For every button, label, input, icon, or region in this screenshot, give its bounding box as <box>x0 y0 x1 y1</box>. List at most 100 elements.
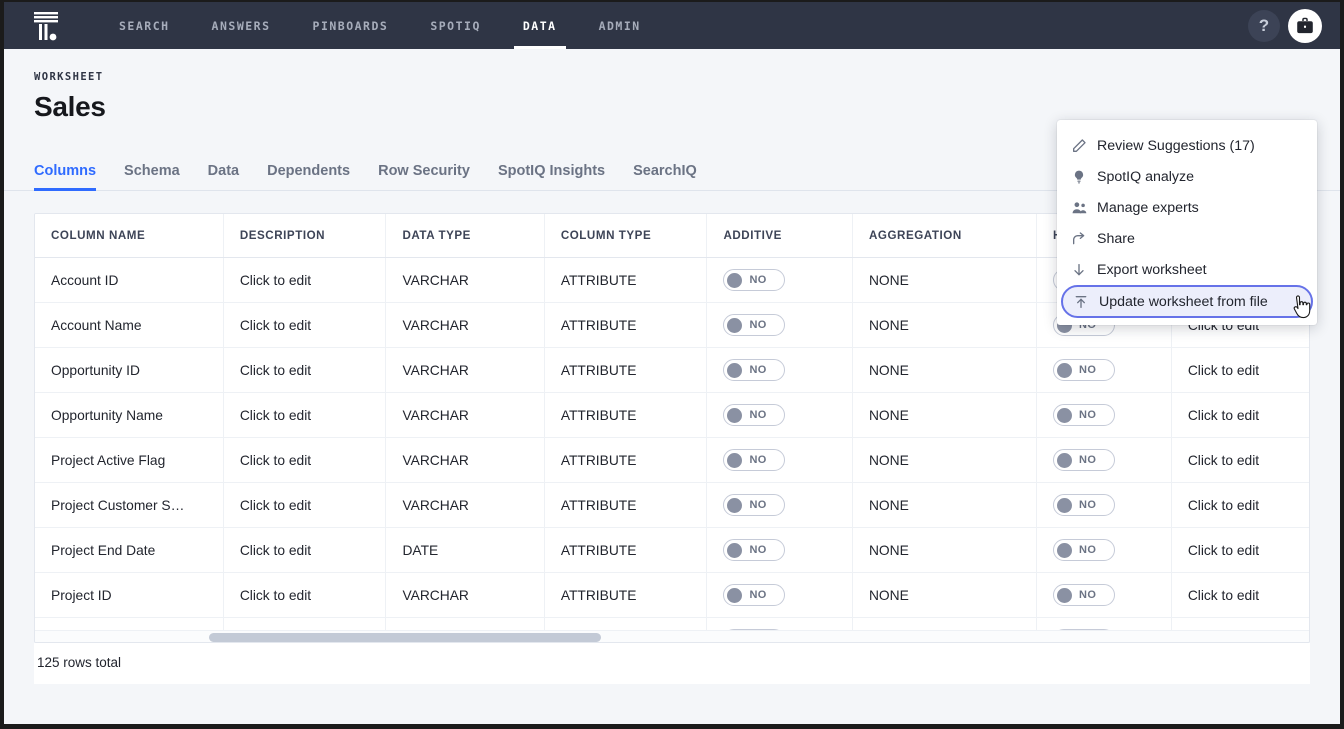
nav-right-actions: ? <box>1248 2 1322 49</box>
col-header-aggregation[interactable]: AGGREGATION <box>852 214 1038 259</box>
col-header-column-type[interactable]: COLUMN TYPE <box>544 214 708 259</box>
col-header-data-type[interactable]: DATA TYPE <box>385 214 545 259</box>
toggle-label: NO <box>749 499 767 512</box>
tab-spotiq-insights[interactable]: SpotIQ Insights <box>484 157 619 190</box>
cell-hidden-toggle[interactable]: NO <box>1053 584 1115 607</box>
nav-items: SEARCH ANSWERS PINBOARDS SPOTIQ DATA ADM… <box>98 2 662 49</box>
download-arrow-icon <box>1071 262 1097 278</box>
cell-hidden-toggle[interactable]: NO <box>1053 359 1115 382</box>
cell-hidden-toggle[interactable]: NO <box>1053 404 1115 427</box>
cell-description[interactable]: Click to edit <box>223 392 387 439</box>
tab-searchiq[interactable]: SearchIQ <box>619 157 711 190</box>
cell-additive: NO <box>706 347 853 394</box>
cell-additive-toggle[interactable]: NO <box>723 314 786 337</box>
avatar[interactable] <box>1288 8 1322 43</box>
menu-item-manage-experts[interactable]: Manage experts <box>1057 192 1317 223</box>
menu-item-export-worksheet[interactable]: Export worksheet <box>1057 254 1317 285</box>
cell-additive-toggle[interactable]: NO <box>723 269 786 292</box>
cell-hidden-toggle[interactable]: NO <box>1053 539 1115 562</box>
horizontal-scrollbar-track[interactable] <box>35 630 1309 642</box>
tab-data[interactable]: Data <box>194 157 253 190</box>
toggle-knob <box>727 317 743 333</box>
col-header-description[interactable]: DESCRIPTION <box>223 214 387 259</box>
table-row[interactable]: Project End Date Click to edit DATE ATTRIBU… <box>35 527 1309 574</box>
toggle-label: NO <box>749 274 767 287</box>
cell-hidden: NO <box>1036 572 1172 619</box>
cell-additive-toggle[interactable]: NO <box>723 584 786 607</box>
cell-description[interactable]: Click to edit <box>223 257 387 304</box>
toggle-label: NO <box>1079 409 1097 422</box>
menu-item-review-suggestions[interactable]: Review Suggestions (17) <box>1057 130 1317 161</box>
toggle-knob <box>727 407 743 423</box>
cell-description[interactable]: Click to edit <box>223 482 387 529</box>
menu-item-label: Review Suggestions (17) <box>1097 137 1255 154</box>
table-row[interactable]: Opportunity Name Click to edit VARCHAR ATTR… <box>35 392 1309 439</box>
nav-item-search[interactable]: SEARCH <box>98 2 191 49</box>
table-row[interactable]: Opportunity ID Click to edit VARCHAR ATTRIB… <box>35 347 1309 394</box>
breadcrumb: WORKSHEET <box>34 71 104 83</box>
menu-item-label: Manage experts <box>1097 199 1199 216</box>
rows-total-label: 125 rows total <box>34 643 1310 684</box>
table-row[interactable]: Project ID Click to edit VARCHAR ATTRIBUTE N… <box>35 572 1309 619</box>
col-header-additive[interactable]: ADDITIVE <box>706 214 853 259</box>
cell-hidden: NO <box>1036 437 1172 484</box>
tab-schema[interactable]: Schema <box>110 157 194 190</box>
col-header-column-name[interactable]: COLUMN NAME <box>35 214 224 259</box>
cell-description[interactable]: Click to edit <box>223 302 387 349</box>
menu-item-update-worksheet-from-file[interactable]: Update worksheet from file <box>1061 285 1313 319</box>
menu-item-spotiq-analyze[interactable]: SpotIQ analyze <box>1057 161 1317 192</box>
toggle-label: NO <box>749 319 767 332</box>
nav-item-data[interactable]: DATA <box>502 2 578 49</box>
cell-synonyms[interactable]: Click to edit <box>1171 437 1309 484</box>
nav-item-pinboards[interactable]: PINBOARDS <box>292 2 410 49</box>
cell-column-type: ATTRIBUTE <box>544 572 708 619</box>
nav-item-answers[interactable]: ANSWERS <box>191 2 292 49</box>
thoughtspot-logo[interactable] <box>26 6 66 46</box>
cell-description[interactable]: Click to edit <box>223 572 387 619</box>
cell-hidden-toggle[interactable]: NO <box>1053 449 1115 472</box>
cell-hidden-toggle[interactable]: NO <box>1053 494 1115 517</box>
cell-column-name: Project Customer S… <box>35 482 224 529</box>
menu-item-share[interactable]: Share <box>1057 223 1317 254</box>
cell-column-type: ATTRIBUTE <box>544 482 708 529</box>
cell-column-type: ATTRIBUTE <box>544 257 708 304</box>
horizontal-scrollbar-thumb[interactable] <box>209 633 601 642</box>
cell-aggregation: NONE <box>852 302 1038 349</box>
cell-additive: NO <box>706 572 853 619</box>
cell-description[interactable]: Click to edit <box>223 527 387 574</box>
cell-synonyms[interactable]: Click to edit <box>1171 347 1309 394</box>
table-row[interactable]: Project Customer S… Click to edit VARCHAR A… <box>35 482 1309 529</box>
page-header: WORKSHEET Sales Edit Worksheet ••• <box>4 49 1340 163</box>
cell-additive-toggle[interactable]: NO <box>723 359 786 382</box>
cell-additive-toggle[interactable]: NO <box>723 449 786 472</box>
tab-row-security[interactable]: Row Security <box>364 157 484 190</box>
cell-synonyms[interactable]: Click to edit <box>1171 527 1309 574</box>
toggle-label: NO <box>1079 544 1097 557</box>
cell-additive: NO <box>706 527 853 574</box>
app-window: SEARCH ANSWERS PINBOARDS SPOTIQ DATA ADM… <box>4 2 1340 724</box>
tab-columns[interactable]: Columns <box>34 157 110 191</box>
toggle-label: NO <box>749 409 767 422</box>
cell-additive-toggle[interactable]: NO <box>723 494 786 517</box>
cell-description[interactable]: Click to edit <box>223 437 387 484</box>
cell-column-name: Account Name <box>35 302 224 349</box>
nav-item-admin[interactable]: ADMIN <box>578 2 662 49</box>
table-row[interactable]: Project Active Flag Click to edit VARCHAR A… <box>35 437 1309 484</box>
cell-column-type: ATTRIBUTE <box>544 302 708 349</box>
cell-synonyms[interactable]: Click to edit <box>1171 572 1309 619</box>
cell-description[interactable]: Click to edit <box>223 347 387 394</box>
cell-additive: NO <box>706 437 853 484</box>
cell-data-type: VARCHAR <box>385 347 545 394</box>
tab-dependents[interactable]: Dependents <box>253 157 364 190</box>
cell-additive-toggle[interactable]: NO <box>723 539 786 562</box>
cell-synonyms[interactable]: Click to edit <box>1171 392 1309 439</box>
nav-item-spotiq[interactable]: SPOTIQ <box>409 2 502 49</box>
help-icon[interactable]: ? <box>1248 9 1280 42</box>
cell-synonyms[interactable]: Click to edit <box>1171 482 1309 529</box>
cell-column-name: Account ID <box>35 257 224 304</box>
cell-column-type: ATTRIBUTE <box>544 347 708 394</box>
toggle-knob <box>1057 497 1072 513</box>
toggle-knob <box>1057 362 1072 378</box>
cell-additive-toggle[interactable]: NO <box>723 404 786 427</box>
cell-data-type: VARCHAR <box>385 257 545 304</box>
